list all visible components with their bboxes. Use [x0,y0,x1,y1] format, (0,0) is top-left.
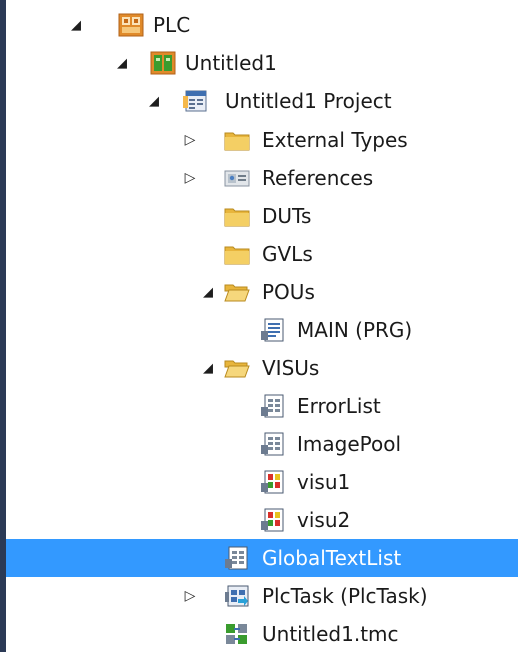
plc-instance-icon [150,50,176,76]
tree-node-visu2[interactable]: visu2 [6,501,518,539]
expand-arrow-icon[interactable]: ◢ [144,82,164,120]
tree-node-label: MAIN (PRG) [297,318,413,342]
tree-node-plctask[interactable]: ▷ PlcTask (PlcTask) [6,577,518,615]
text-list-icon [224,545,250,571]
folder-icon [224,203,250,229]
tree-node-references[interactable]: ▷ References [6,159,518,197]
tree-node-untitled1-tmc[interactable]: Untitled1.tmc [6,615,518,652]
solution-explorer-tree: ◢ PLC ◢ Untitled1 ◢ Untitled1 Project ▷ … [0,0,518,652]
tree-node-label: ErrorList [297,394,381,418]
expand-arrow-icon[interactable]: ◢ [198,349,218,387]
expand-arrow-icon[interactable]: ◢ [198,273,218,311]
collapse-arrow-icon[interactable]: ▷ [180,577,200,615]
text-list-icon [260,431,286,457]
collapse-arrow-icon[interactable]: ▷ [180,159,200,197]
tree-node-label: DUTs [262,204,312,228]
tree-node-untitled1-project[interactable]: ◢ Untitled1 Project [6,82,518,120]
project-icon [182,88,208,114]
tree-node-label: ImagePool [297,432,402,456]
tree-node-label: GlobalTextList [262,546,402,570]
tree-node-plc[interactable]: ◢ PLC [6,6,518,44]
tree-node-label: visu2 [297,508,351,532]
tree-node-label: Untitled1 Project [225,89,392,113]
tree-node-pous[interactable]: ◢ POUs [6,273,518,311]
tree-node-label: References [262,166,374,190]
tree-node-label: PlcTask (PlcTask) [262,584,428,608]
expand-arrow-icon[interactable]: ◢ [66,6,86,44]
tree-node-label: Untitled1.tmc [262,622,399,646]
tree-node-label: GVLs [262,242,313,266]
tree-node-label: PLC [153,13,191,37]
plc-project-icon [118,12,144,38]
tree-node-gvls[interactable]: GVLs [6,235,518,273]
folder-icon [224,241,250,267]
tree-node-visus[interactable]: ◢ VISUs [6,349,518,387]
tree-node-main-prg[interactable]: MAIN (PRG) [6,311,518,349]
tree-node-label: External Types [262,128,408,152]
expand-arrow-icon[interactable]: ◢ [112,44,132,82]
tree-node-label: Untitled1 [185,51,277,75]
tree-node-label: POUs [262,280,315,304]
tree-node-label: VISUs [262,356,320,380]
visualization-icon [260,507,286,533]
collapse-arrow-icon[interactable]: ▷ [180,121,200,159]
tree-node-imagepool[interactable]: ImagePool [6,425,518,463]
open-folder-icon [224,279,250,305]
open-folder-icon [224,355,250,381]
references-icon [224,165,250,191]
tree-node-untitled1[interactable]: ◢ Untitled1 [6,44,518,82]
text-list-icon [260,393,286,419]
tree-node-external-types[interactable]: ▷ External Types [6,121,518,159]
tree-node-duts[interactable]: DUTs [6,197,518,235]
tmc-file-icon [224,621,250,647]
tree-node-globaltextlist[interactable]: GlobalTextList [6,539,518,577]
tree-node-visu1[interactable]: visu1 [6,463,518,501]
task-icon [224,583,250,609]
folder-icon [224,127,250,153]
tree-node-label: visu1 [297,470,351,494]
visualization-icon [260,469,286,495]
tree-node-errorlist[interactable]: ErrorList [6,387,518,425]
program-icon [260,317,286,343]
